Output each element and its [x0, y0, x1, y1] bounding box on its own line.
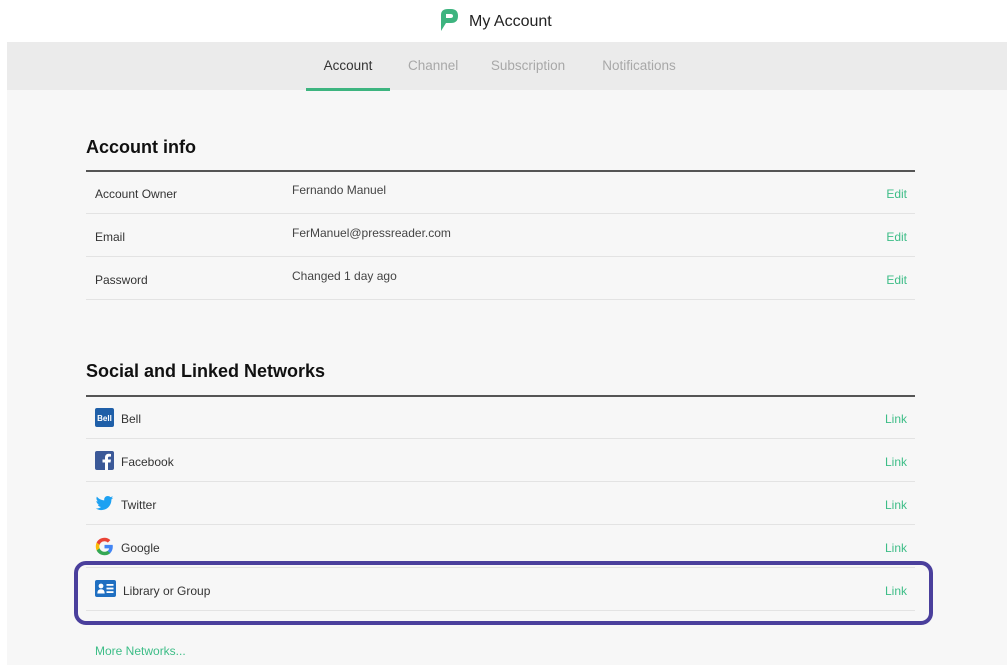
network-label: Bell	[121, 412, 142, 426]
edit-owner-link[interactable]: Edit	[886, 187, 907, 201]
row-value: Changed 1 day ago	[292, 269, 397, 283]
bell-icon: Bell	[95, 408, 114, 427]
networks-heading: Social and Linked Networks	[86, 361, 326, 381]
library-card-icon	[95, 580, 116, 599]
account-panel: Account Channel Subscription Notificatio…	[7, 42, 1007, 665]
row-value: FerManuel@pressreader.com	[292, 226, 451, 240]
tab-account[interactable]: Account	[306, 42, 390, 91]
twitter-icon	[95, 494, 114, 513]
network-row-google: Google Link	[86, 526, 915, 568]
row-label: Password	[95, 273, 148, 287]
tab-subscription[interactable]: Subscription	[474, 42, 582, 90]
brand: My Account	[437, 8, 552, 36]
svg-text:Bell: Bell	[97, 414, 112, 423]
network-row-library: Library or Group Link	[86, 569, 915, 611]
google-icon	[95, 537, 114, 556]
link-bell-button[interactable]: Link	[885, 412, 907, 426]
row-value: Fernando Manuel	[292, 183, 387, 197]
network-row-facebook: Facebook Link	[86, 440, 915, 482]
edit-email-link[interactable]: Edit	[886, 230, 907, 244]
row-label: Account Owner	[95, 187, 178, 201]
network-label: Library or Group	[123, 584, 211, 598]
link-google-button[interactable]: Link	[885, 541, 907, 555]
account-info-heading: Account info	[86, 137, 196, 157]
network-label: Twitter	[121, 498, 157, 512]
password-row: Password Changed 1 day ago Edit	[86, 258, 915, 300]
network-row-bell: Bell Bell Link	[86, 397, 915, 439]
page-title: My Account	[469, 13, 552, 30]
account-owner-row: Account Owner Fernando Manuel Edit	[86, 172, 915, 214]
edit-password-link[interactable]: Edit	[886, 273, 907, 287]
link-twitter-button[interactable]: Link	[885, 498, 907, 512]
pressreader-logo-icon	[437, 7, 461, 38]
link-library-button[interactable]: Link	[885, 584, 907, 598]
network-label: Facebook	[121, 455, 174, 469]
facebook-icon	[95, 451, 114, 470]
link-facebook-button[interactable]: Link	[885, 455, 907, 469]
network-label: Google	[121, 541, 160, 555]
email-row: Email FerManuel@pressreader.com Edit	[86, 215, 915, 257]
more-networks-link[interactable]: More Networks...	[95, 644, 186, 658]
row-label: Email	[95, 230, 126, 244]
tab-channel[interactable]: Channel	[392, 42, 472, 90]
network-row-twitter: Twitter Link	[86, 483, 915, 525]
tab-bar: Account Channel Subscription Notificatio…	[7, 42, 1007, 91]
tab-notifications[interactable]: Notifications	[584, 42, 694, 90]
top-bar: My Account	[0, 0, 1007, 42]
